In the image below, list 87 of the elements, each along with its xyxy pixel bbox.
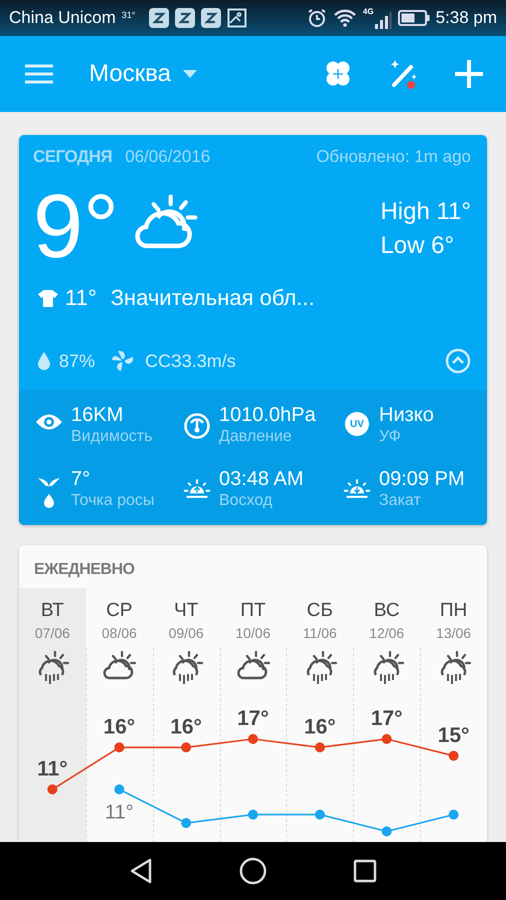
day-date: 10/06 xyxy=(235,624,271,642)
low-temperature: Low 6° xyxy=(380,231,456,261)
day-date: 07/06 xyxy=(34,624,70,642)
plus-icon xyxy=(454,59,484,89)
temperature-point xyxy=(314,742,325,752)
temperature-point xyxy=(47,784,58,794)
detail-label: УФ xyxy=(379,427,402,447)
shirt-icon xyxy=(37,289,59,307)
day-date: 08/06 xyxy=(102,624,137,642)
day-date: 09/06 xyxy=(168,624,204,642)
wind-value: ССЗ3.3m/s xyxy=(145,350,236,372)
caret-icon xyxy=(182,70,197,78)
collapse-button[interactable] xyxy=(445,348,471,374)
detail-label: Давление xyxy=(219,427,293,447)
day-name: ЧТ xyxy=(174,599,198,623)
day-date: 12/06 xyxy=(369,624,404,642)
notification-icon xyxy=(175,8,196,28)
section-title: ЕЖЕДНЕВНО xyxy=(33,560,136,580)
high-temperature-label: 16° xyxy=(103,715,136,738)
detail-value: Низко xyxy=(379,404,434,427)
notification-icon xyxy=(149,8,170,28)
signal-icon xyxy=(374,11,392,29)
low-temperature-label: 11° xyxy=(104,801,134,824)
day-name: СБ xyxy=(306,599,333,623)
clock-time: 5:38 pm xyxy=(436,8,497,28)
high-temperature-label: 17° xyxy=(237,707,269,730)
menu-button[interactable] xyxy=(25,64,53,84)
image-icon xyxy=(227,8,248,28)
detail-label: Видимость xyxy=(71,427,152,447)
high-temperature-label: 17° xyxy=(370,707,403,730)
temperature-point xyxy=(248,734,258,744)
detail-label: Закат xyxy=(379,490,422,510)
detail-label: Восход xyxy=(219,490,274,510)
humidity-value: 87% xyxy=(59,350,96,372)
section-label: СЕГОДНЯ xyxy=(33,147,112,167)
chevron-up-icon xyxy=(445,348,471,374)
temperature-point xyxy=(448,750,459,761)
updated-text: Обновлено: 1m ago xyxy=(316,147,471,167)
eye-icon xyxy=(35,412,63,432)
gauge-icon xyxy=(183,412,211,440)
condition-text: Значительная обл... xyxy=(110,285,315,311)
day-date: 13/06 xyxy=(436,624,472,642)
temperature-point xyxy=(114,784,124,794)
high-temperature: High 11° xyxy=(380,197,471,227)
date-text: 06/06/2016 xyxy=(125,147,210,167)
battery-icon xyxy=(398,9,430,27)
day-name: СР xyxy=(106,599,132,623)
water-drop-icon xyxy=(37,351,51,371)
add-button[interactable] xyxy=(454,59,484,89)
temperature-point xyxy=(181,818,192,828)
network-type: 4G xyxy=(362,7,374,16)
dew-drop-icon xyxy=(37,476,61,508)
alarm-icon xyxy=(306,8,327,28)
current-temperature: 9° xyxy=(33,189,120,265)
high-temperature-label: 11° xyxy=(37,757,68,780)
temperature-point xyxy=(382,734,392,744)
detail-value: 09:09 PM xyxy=(379,468,465,490)
back-icon xyxy=(129,858,153,884)
temperature-point xyxy=(248,810,258,820)
temperature-point xyxy=(314,810,325,820)
high-temperature-label: 16° xyxy=(304,715,336,738)
carrier-name: China Unicom xyxy=(9,8,116,28)
detail-value: 1010.0hPa xyxy=(219,404,316,427)
day-name: ПН xyxy=(440,599,468,623)
menu-icon xyxy=(25,64,53,84)
high-temperature-label: 15° xyxy=(438,724,470,747)
high-temperature-label: 16° xyxy=(170,715,202,738)
temperature-point xyxy=(382,826,392,836)
fan-icon xyxy=(111,349,136,373)
recent-apps-icon xyxy=(353,859,377,883)
uv-badge: UV xyxy=(345,412,369,436)
detail-value: 16KM xyxy=(71,404,124,427)
day-name: ВС xyxy=(374,599,400,623)
detail-label: Точка росы xyxy=(71,490,154,510)
notification-icon xyxy=(201,8,222,28)
temperature-point xyxy=(448,810,459,820)
feels-like-temperature: 11° xyxy=(65,285,97,311)
home-icon xyxy=(239,857,267,885)
detail-value: 7° xyxy=(71,468,92,490)
day-date: 11/06 xyxy=(302,624,337,642)
temperature-point xyxy=(181,742,192,752)
day-name: ПТ xyxy=(240,599,266,623)
day-name: ВТ xyxy=(40,599,64,623)
temperature-indicator: 31° xyxy=(122,10,136,20)
temperature-point xyxy=(114,742,124,752)
wifi-icon xyxy=(332,8,357,28)
detail-value: 03:48 AM xyxy=(219,468,304,490)
